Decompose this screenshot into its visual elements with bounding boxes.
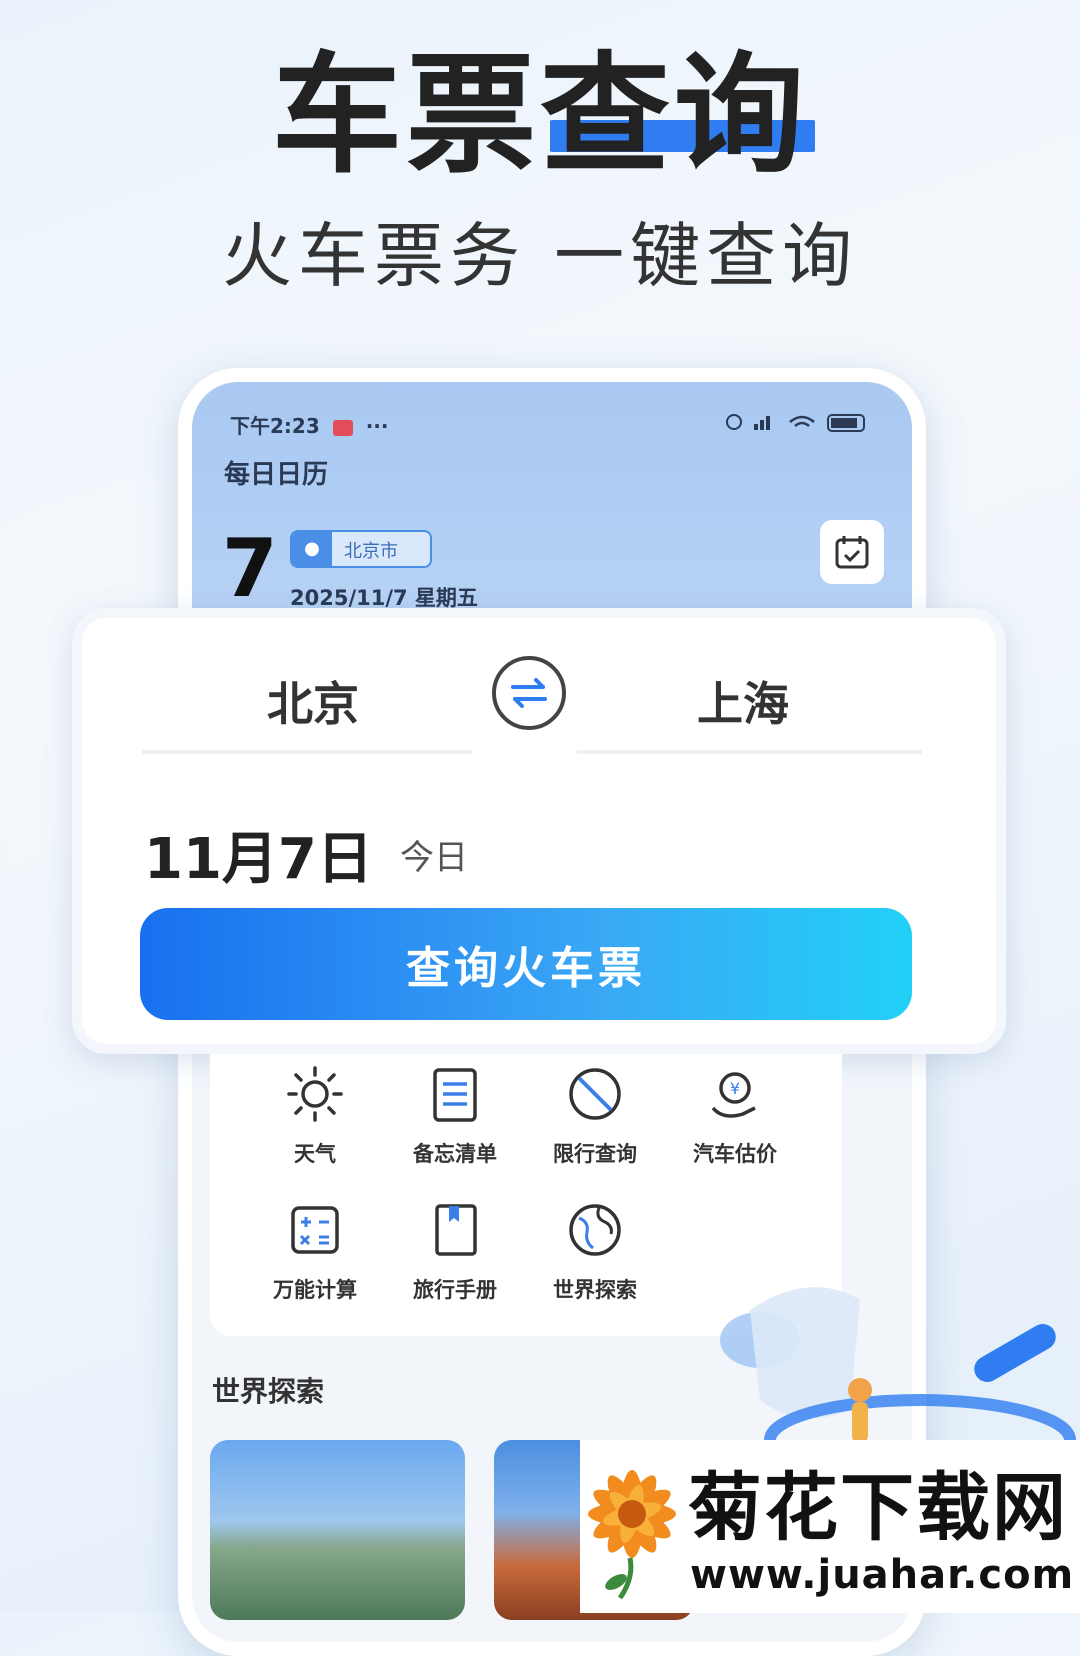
location-pin-icon: ● <box>292 532 332 566</box>
headline: 车票查询 <box>271 39 808 191</box>
tool-label: 旅行手册 <box>413 1278 497 1302</box>
world-explore-section-title: 世界探索 <box>212 1375 325 1408</box>
tool-label: 汽车估价 <box>693 1142 777 1166</box>
tool-traffic-restriction[interactable]: 限行查询 <box>530 1064 660 1168</box>
notification-badge-icon <box>332 419 353 436</box>
tool-label: 万能计算 <box>273 1278 357 1302</box>
status-time: 下午2:23 <box>230 414 320 438</box>
calculator-icon <box>291 1206 339 1254</box>
tool-label: 世界探索 <box>553 1278 637 1302</box>
tool-memo[interactable]: 备忘清单 <box>390 1064 520 1168</box>
status-icons <box>724 410 874 439</box>
sun-icon <box>287 1066 343 1122</box>
watermark: 菊花下载网 www.juahar.com <box>580 1440 1080 1613</box>
signal-wifi-battery-icon <box>726 414 865 432</box>
today-hint: 今日 <box>400 838 468 878</box>
calendar-button[interactable] <box>820 520 884 584</box>
departure-divider <box>142 750 472 754</box>
tool-weather[interactable]: 天气 <box>250 1064 380 1168</box>
subheadline: 火车票务 一键查询 <box>221 215 859 297</box>
car-price-icon: ¥ <box>711 1072 756 1118</box>
tool-calculator[interactable]: 万能计算 <box>250 1200 380 1304</box>
notepad-icon <box>433 1068 477 1122</box>
book-icon <box>435 1204 477 1256</box>
calendar-check-icon <box>835 536 869 569</box>
departure-city[interactable]: 北京 <box>267 668 359 734</box>
status-bar: 下午2:23 ··· <box>230 410 874 440</box>
arrival-city[interactable]: 上海 <box>697 668 789 734</box>
swap-arrows-icon <box>511 678 547 708</box>
location-chip[interactable]: ● 北京市 <box>290 530 432 568</box>
status-more-dots: ··· <box>365 414 389 438</box>
destination-photo-lake[interactable] <box>210 1440 465 1620</box>
no-entry-icon <box>569 1068 621 1120</box>
travel-date[interactable]: 11月7日 <box>144 814 373 895</box>
chrysanthemum-logo-icon <box>588 1470 676 1600</box>
location-label: 北京市 <box>344 541 398 562</box>
svg-text:¥: ¥ <box>730 1079 740 1098</box>
swap-cities-button[interactable] <box>492 656 566 730</box>
watermark-url: www.juahar.com <box>690 1552 1075 1598</box>
tool-label: 天气 <box>294 1142 336 1166</box>
watermark-site-name: 菊花下载网 <box>688 1465 1068 1551</box>
calendar-header: 下午2:23 ··· 每日日历 7 ● 北京市 2025/11/7 星期五 <box>192 382 912 642</box>
query-train-tickets-button[interactable]: 查询火车票 <box>140 908 912 1020</box>
tool-label: 限行查询 <box>553 1142 637 1166</box>
calendar-title: 每日日历 <box>224 460 329 490</box>
tool-world-explore[interactable]: 世界探索 <box>530 1200 660 1304</box>
ticket-search-card: 北京 上海 11月7日 今日 查询火车票 <box>72 608 1006 1054</box>
tool-label: 备忘清单 <box>413 1142 497 1166</box>
tool-travel-guide[interactable]: 旅行手册 <box>390 1200 520 1304</box>
calendar-day-number: 7 <box>222 522 278 615</box>
globe-icon <box>569 1204 621 1256</box>
arrival-divider <box>577 750 922 754</box>
tool-car-valuation[interactable]: ¥ 汽车估价 <box>670 1064 800 1168</box>
